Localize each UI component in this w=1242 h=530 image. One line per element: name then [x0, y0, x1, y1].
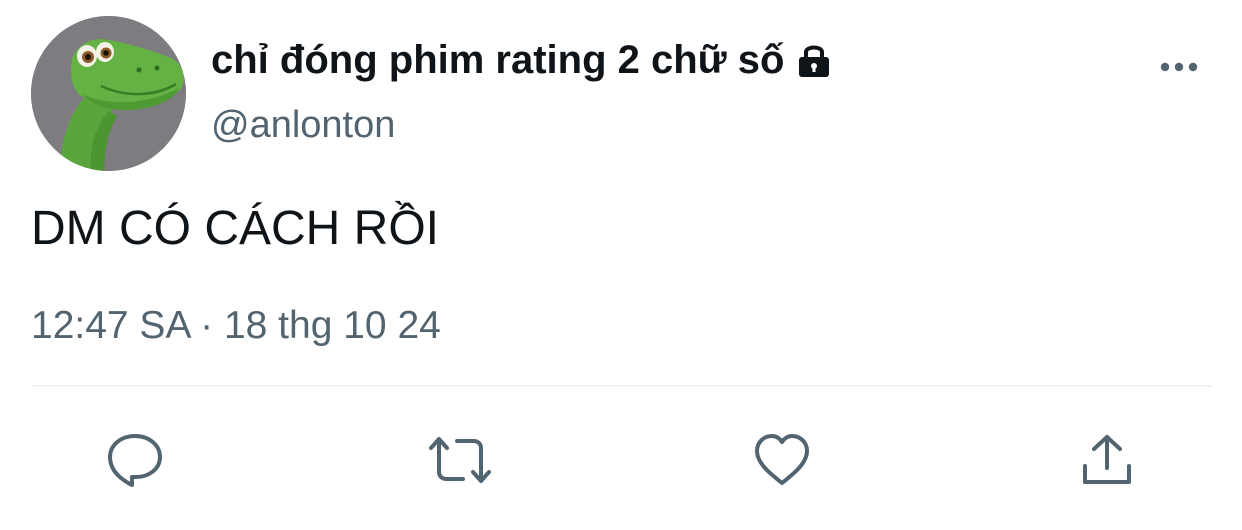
like-button[interactable]	[752, 430, 812, 490]
user-handle[interactable]: @anlonton	[211, 102, 395, 148]
retweet-button[interactable]	[427, 430, 493, 490]
reply-icon	[108, 434, 162, 487]
green-dinosaur-avatar	[31, 16, 186, 171]
tweet-timestamp[interactable]: 12:47 SA · 18 thg 10 24	[31, 303, 441, 349]
tweet-text: DM CÓ CÁCH RỒI	[31, 202, 439, 255]
more-dots-icon	[1160, 62, 1198, 72]
retweet-icon	[429, 437, 491, 483]
more-options-button[interactable]	[1156, 52, 1202, 82]
reply-button[interactable]	[105, 430, 165, 490]
avatar[interactable]	[31, 16, 186, 171]
lock-icon	[794, 40, 834, 80]
display-name-text: chỉ đóng phim rating 2 chữ số	[211, 38, 785, 82]
divider	[31, 385, 1212, 387]
share-button[interactable]	[1077, 430, 1137, 490]
heart-icon	[755, 434, 809, 485]
share-icon	[1083, 435, 1131, 484]
display-name[interactable]: chỉ đóng phim rating 2 chữ số	[211, 36, 834, 84]
